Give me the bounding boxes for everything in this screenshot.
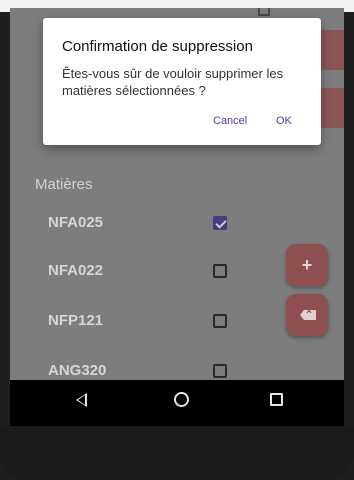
dialog-title: Confirmation de suppression <box>62 38 253 55</box>
add-button[interactable]: + <box>286 244 328 286</box>
recents-square-icon[interactable] <box>270 393 283 406</box>
list-item[interactable]: NFA022 <box>10 252 270 292</box>
back-triangle-icon[interactable] <box>76 393 87 407</box>
system-nav-bar <box>10 380 344 426</box>
ok-button[interactable]: OK <box>276 115 292 127</box>
item-checkbox[interactable] <box>213 364 227 378</box>
item-code: ANG320 <box>48 362 107 379</box>
list-item[interactable]: NFA025 <box>10 204 270 244</box>
home-circle-icon[interactable] <box>174 392 189 407</box>
app-screen: Matières NFA025 NFA022 NFP121 ANG320 + C… <box>10 8 344 380</box>
list-item[interactable]: NFP121 <box>10 302 270 342</box>
cancel-button[interactable]: Cancel <box>213 115 247 127</box>
section-title: Matières <box>35 176 93 193</box>
dialog-message: Êtes-vous sûr de vouloir supprimer les m… <box>62 66 284 98</box>
item-checkbox[interactable] <box>213 216 227 230</box>
item-code: NFA025 <box>48 214 104 231</box>
plus-icon: + <box>301 255 313 275</box>
partial-checkbox <box>258 8 270 16</box>
confirm-dialog: Confirmation de suppression Êtes-vous sû… <box>43 18 321 145</box>
item-checkbox[interactable] <box>213 264 227 278</box>
item-checkbox[interactable] <box>213 314 227 328</box>
device-chin <box>0 426 354 480</box>
item-code: NFP121 <box>48 312 104 329</box>
phone-device: Matières NFA025 NFA022 NFP121 ANG320 + C… <box>0 0 354 480</box>
delete-button[interactable] <box>286 294 328 336</box>
item-code: NFA022 <box>48 262 104 279</box>
list-item[interactable]: ANG320 <box>10 352 270 380</box>
backspace-icon <box>300 310 316 320</box>
